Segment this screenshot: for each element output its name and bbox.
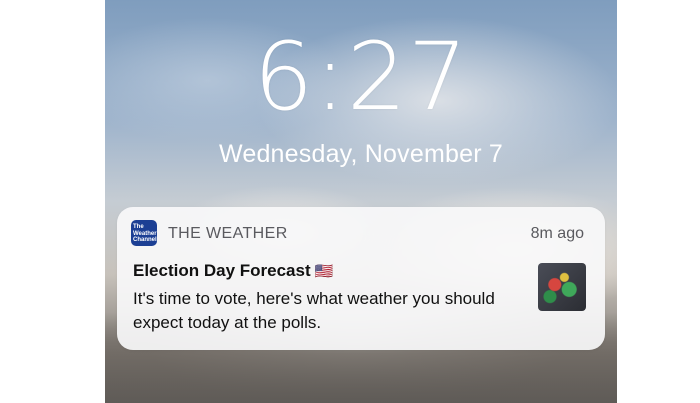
notification-app-name: THE WEATHER: [168, 225, 288, 242]
notification-title-text: Election Day Forecast: [133, 261, 311, 280]
notification-title: Election Day Forecast 🇺🇸: [133, 261, 333, 281]
us-flag-icon: 🇺🇸: [314, 263, 334, 280]
notification-timestamp: 8m ago: [530, 225, 584, 242]
notification-body: It's time to vote, here's what weather y…: [133, 289, 495, 332]
app-icon-text-line: Channel: [133, 237, 157, 243]
lock-screen-date: Wednesday, November 7: [219, 140, 503, 168]
lock-screen-time: 6:27: [253, 23, 469, 132]
notification-card[interactable]: The Weather Channel THE WEATHER 8m ago E…: [117, 207, 605, 350]
weather-map-thumbnail: [538, 263, 586, 311]
weather-channel-app-icon: The Weather Channel: [131, 220, 157, 246]
